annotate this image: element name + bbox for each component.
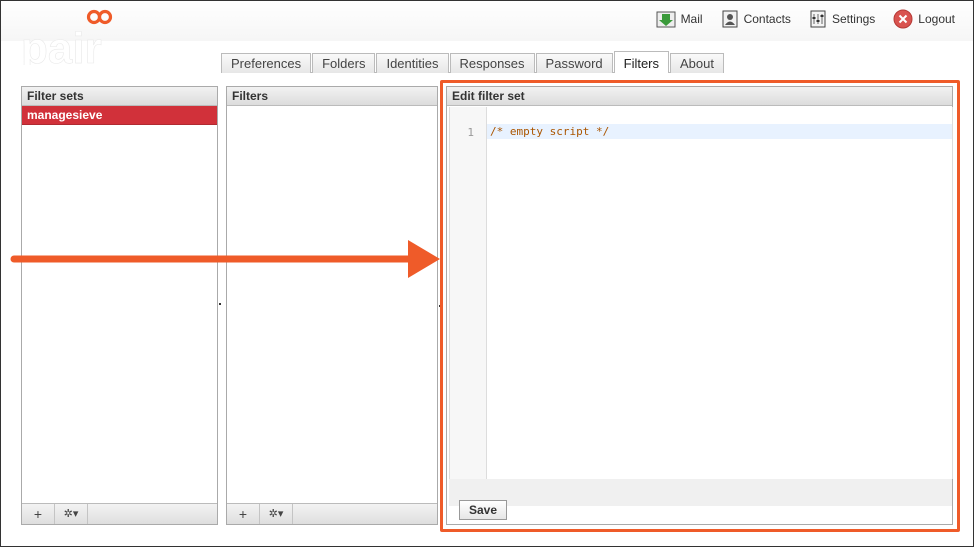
annotation-arrow-icon	[10, 240, 440, 278]
